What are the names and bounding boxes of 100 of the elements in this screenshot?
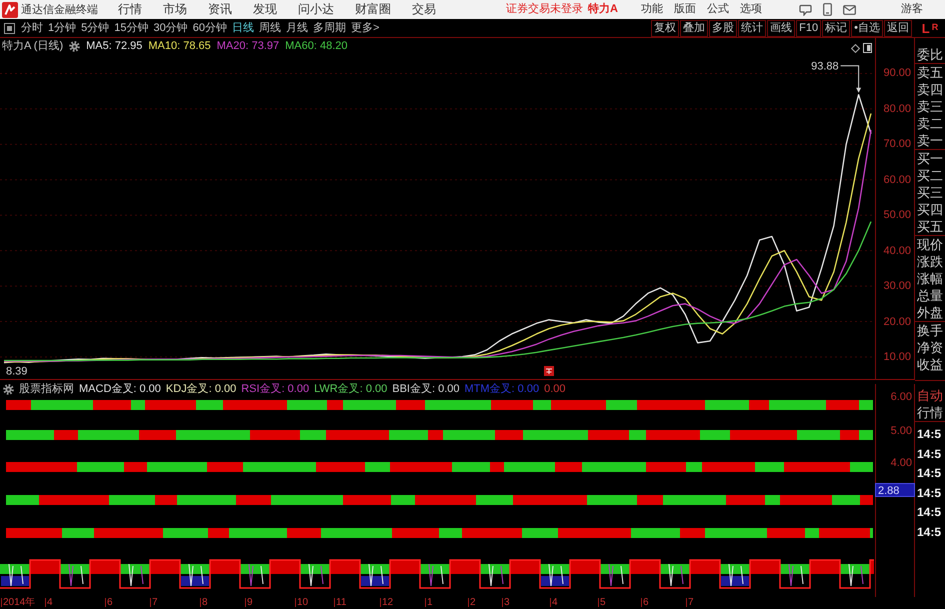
user-name[interactable]: 游客 [901, 2, 923, 17]
quote-label: 现价 [916, 236, 944, 253]
quote-label: 买四 [916, 201, 944, 218]
axis-label: 5.00 [890, 424, 912, 438]
time-axis-label: 6 [107, 597, 113, 609]
quote-label: 涨幅 [916, 270, 944, 287]
period-tab[interactable]: 多周期 [313, 21, 346, 35]
menu-item[interactable]: 市场 [163, 2, 187, 17]
phone-icon[interactable] [823, 3, 832, 16]
legend-item: LWR金叉: 0.00 [314, 383, 388, 396]
menu-item[interactable]: 公式 [707, 2, 729, 17]
legend-item: MA10: 78.65 [148, 40, 211, 53]
quote-label: 买五 [916, 218, 944, 235]
marker-icon[interactable] [544, 366, 554, 376]
toolbar-button[interactable]: 叠加 [680, 20, 708, 36]
toolbar-button[interactable]: 标记 [822, 20, 850, 36]
quote-label: 买三 [916, 184, 944, 201]
toolbar-button[interactable]: •自选 [851, 20, 883, 36]
time-axis-label: 2 [470, 597, 476, 609]
time-axis-label: 9 [247, 597, 253, 609]
period-tab[interactable]: 更多> [351, 21, 380, 35]
quote-label: 净资 [916, 339, 944, 356]
toolbar-button[interactable]: 返回 [884, 20, 912, 36]
axis-label: 40.00 [883, 244, 911, 258]
quote-label: 买二 [916, 167, 944, 184]
period-tab[interactable]: 月线 [286, 21, 308, 35]
low-price-label: 8.39 [6, 366, 28, 378]
toolbar-button[interactable]: F10 [796, 20, 822, 36]
time-axis-label: 8 [202, 597, 208, 609]
axis-label: 50.00 [883, 208, 911, 222]
toolbar-button[interactable]: 复权 [651, 20, 680, 36]
period-tab[interactable]: 5分钟 [81, 21, 110, 35]
quote-label: 买一 [916, 150, 944, 167]
period-tab[interactable]: 60分钟 [192, 21, 227, 35]
period-tab[interactable]: 30分钟 [154, 21, 188, 35]
trade-time: 14:5 [916, 524, 942, 540]
axis-label: 80.00 [883, 102, 911, 116]
indicator-title: 股票指标网 [19, 383, 74, 396]
axis-label: 10.00 [883, 350, 911, 364]
info-label[interactable]: 行情 [915, 404, 945, 421]
quote-label: 外盘 [916, 304, 944, 321]
trade-time: 14:5 [916, 426, 942, 443]
menu-item[interactable]: 行情 [118, 2, 142, 17]
legend-item: MA20: 73.97 [216, 40, 280, 53]
quote-label: 卖三 [916, 98, 944, 115]
logo-icon [2, 2, 18, 18]
period-tab[interactable]: 分时 [21, 21, 43, 35]
quote-label: 涨跌 [916, 253, 944, 270]
axis-label: 60.00 [883, 172, 911, 187]
legend-item: 0.00 [544, 383, 566, 396]
quote-label: 总量 [916, 287, 944, 304]
time-axis-label: 1 [427, 597, 433, 609]
menu-item[interactable]: 财富圈 [355, 2, 391, 17]
chat-icon[interactable] [799, 4, 812, 16]
time-axis-label: 6 [643, 597, 649, 609]
toolbar-button[interactable]: 统计 [738, 20, 766, 36]
time-axis-label: 4 [552, 597, 558, 609]
toolbar-button[interactable]: 多股 [709, 20, 738, 36]
diamond-icon[interactable] [851, 44, 860, 53]
time-axis-label: 4 [47, 597, 53, 609]
period-tab[interactable]: 周线 [259, 21, 281, 35]
period-tab[interactable]: 日线 [232, 21, 254, 35]
gear-icon[interactable] [69, 41, 80, 52]
high-price-label: 93.88 [811, 60, 839, 73]
menu-item[interactable]: 交易 [412, 2, 436, 17]
menu-item[interactable]: 发现 [253, 2, 277, 17]
trade-time: 14:5 [916, 446, 942, 462]
window-icon[interactable] [863, 43, 872, 53]
menu-item[interactable]: 问小达 [298, 2, 334, 17]
chart-title: 特力A (日线) [2, 40, 64, 53]
trade-time: 14:5 [916, 504, 942, 521]
axis-label: 30.00 [883, 279, 911, 294]
axis-label: 70.00 [883, 137, 911, 152]
trade-time: 14:5 [916, 465, 942, 482]
panel-icon[interactable] [4, 22, 15, 34]
mail-icon[interactable] [843, 4, 856, 14]
menu-item[interactable]: 资讯 [208, 2, 232, 17]
legend-item: KDJ金叉: 0.00 [166, 383, 236, 396]
panel-tab[interactable]: R [932, 22, 938, 32]
legend-item: MA5: 72.95 [86, 40, 142, 53]
quote-label: 收益 [916, 356, 944, 373]
period-tab[interactable]: 15分钟 [114, 21, 148, 35]
axis-label: 20.00 [883, 314, 911, 329]
gear-icon[interactable] [3, 384, 14, 395]
axis-label: 6.00 [890, 390, 912, 404]
time-axis-label: 3 [504, 597, 510, 609]
quote-label: 委比 [916, 46, 944, 63]
login-status: 证券交易未登录 [506, 2, 583, 17]
info-label[interactable]: 自动 [915, 387, 945, 404]
menu-item[interactable]: 功能 [641, 2, 663, 17]
panel-tab[interactable]: L [922, 22, 930, 34]
quote-label: 卖一 [916, 132, 944, 149]
quote-label: 卖二 [916, 115, 944, 132]
quote-label: 换手 [916, 322, 944, 339]
legend-item: MTM金叉: 0.00 [464, 383, 540, 396]
quote-label: 卖五 [916, 64, 944, 81]
toolbar-button[interactable]: 画线 [767, 20, 796, 36]
period-tab[interactable]: 1分钟 [48, 21, 76, 35]
menu-item[interactable]: 版面 [674, 2, 696, 17]
menu-item[interactable]: 选项 [740, 2, 762, 17]
